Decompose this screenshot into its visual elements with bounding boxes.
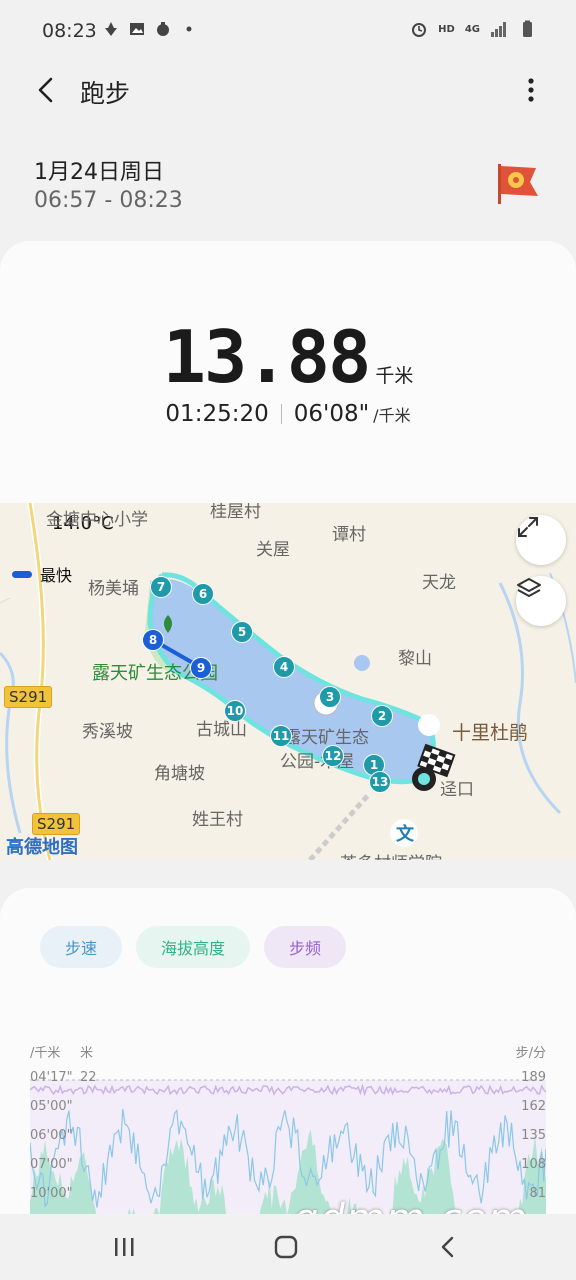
map-label-tancun: 谭村 [332, 525, 366, 545]
km-marker-7[interactable]: 7 [150, 576, 172, 598]
distance-value: 13.88 [162, 315, 372, 399]
legend-fastest: 最快 [12, 562, 72, 586]
map-label-jingkou: 迳口 [440, 780, 474, 800]
back-button[interactable] [28, 72, 64, 108]
cadence-tick-0: 189 [521, 1070, 546, 1085]
workout-date: 1月24日周日 [34, 160, 164, 185]
pace-tick-0: 04'17" [30, 1070, 73, 1085]
altitude-tick-0: 22 [80, 1070, 97, 1085]
home-icon [274, 1235, 298, 1259]
map-label-school: 金塘中心小学 [46, 510, 148, 530]
axis-head-cadence: 步/分 [515, 1046, 546, 1061]
map-provider-logo: 高德地图 [6, 837, 78, 858]
status-time: 08:23 [42, 20, 97, 42]
avg-pace-value: 06'08" [293, 401, 370, 427]
alarm-icon [412, 23, 427, 37]
cadence-tick-4: 81 [529, 1186, 546, 1201]
pace-tick-2: 06'00" [30, 1128, 73, 1143]
more-vertical-icon [528, 78, 534, 102]
map-label-xingwangcun: 姓王村 [192, 810, 243, 830]
km-marker-8[interactable]: 8 [142, 629, 164, 651]
home-button[interactable] [266, 1232, 306, 1262]
map-label-college: 茶多村师学院 [340, 849, 442, 860]
road-badge-s291-bottom: S291 [32, 813, 81, 835]
km-marker-6[interactable]: 6 [192, 583, 214, 605]
cadence-tick-1: 162 [521, 1099, 546, 1114]
map-label-guiwu: 桂屋村 [210, 503, 261, 522]
map-layers-button[interactable] [516, 576, 566, 626]
map-label-park-east-1: 露天矿生态 [284, 728, 369, 748]
hd-icon: HD [438, 23, 455, 35]
charts-card: 步速 海拔高度 步频 /千米 米 步/分 04'17" 05'00" 06'00… [0, 888, 576, 1218]
chip-altitude[interactable]: 海拔高度 [136, 926, 251, 968]
distance-row: 13.88 千米 [0, 315, 576, 399]
expand-map-button[interactable] [516, 515, 566, 565]
km-marker-9[interactable]: 9 [190, 657, 212, 679]
system-back-icon [441, 1236, 454, 1258]
status-bar: 08:23 HD 4G [0, 0, 576, 64]
system-nav-bar [0, 1214, 576, 1280]
back-arrow-icon [38, 77, 53, 103]
km-marker-5[interactable]: 5 [231, 621, 253, 643]
recent-apps-button[interactable] [104, 1232, 144, 1262]
map-label-jiaotangpo: 角塘坡 [154, 764, 205, 784]
expand-icon [518, 517, 538, 537]
signal-icon [491, 22, 506, 37]
system-back-button[interactable] [428, 1232, 468, 1262]
distance-unit: 千米 [375, 365, 414, 387]
axis-head-pace: /千米 [30, 1046, 61, 1061]
chip-pace[interactable]: 步速 [40, 926, 123, 968]
map-label-tianlong: 天龙 [422, 573, 456, 593]
4g-icon: 4G [464, 23, 480, 35]
km-marker-10[interactable]: 10 [224, 700, 246, 722]
km-marker-2[interactable]: 2 [371, 705, 393, 727]
road-badge-s291-top: S291 [4, 686, 53, 708]
status-left-icons [102, 20, 198, 38]
fastest-swatch [12, 570, 32, 578]
stats-row: 01:25:20 06'08" /千米 [0, 401, 576, 427]
chart-chips: 步速 海拔高度 步频 [40, 926, 347, 968]
page-title: 跑步 [80, 79, 131, 108]
legend-fastest-label: 最快 [40, 566, 73, 585]
axis-head-altitude: 米 [80, 1046, 94, 1061]
avg-pace-unit: /千米 [373, 406, 411, 425]
workout-time-range: 06:57 - 08:23 [34, 188, 183, 213]
svg-text:文: 文 [396, 823, 415, 844]
map-label-xiuxipo: 秀溪坡 [82, 722, 133, 742]
pace-tick-1: 05'00" [30, 1099, 73, 1114]
km-marker-3[interactable]: 3 [319, 686, 341, 708]
app-icon [157, 22, 169, 36]
more-options-button[interactable] [516, 72, 546, 108]
map-label-lishan: 黎山 [398, 649, 432, 669]
km-marker-11[interactable]: 11 [270, 725, 292, 747]
battery-icon [523, 20, 532, 37]
pace-tick-3: 07'00" [30, 1157, 73, 1172]
cadence-tick-2: 135 [521, 1128, 546, 1143]
summary-card: 13.88 千米 01:25:20 06'08" /千米 [0, 241, 576, 503]
chip-cadence[interactable]: 步频 [264, 926, 347, 968]
recent-apps-icon [115, 1238, 134, 1256]
map-label-yangmeiyong: 杨美埇 [88, 579, 139, 599]
km-marker-4[interactable]: 4 [273, 656, 295, 678]
map-label-guanwu: 关屋 [256, 540, 290, 560]
stats-divider [280, 404, 282, 424]
notification-icon [105, 22, 117, 36]
duration-value: 01:25:20 [165, 401, 269, 427]
dot-icon [186, 26, 192, 32]
km-marker-13[interactable]: 13 [369, 771, 391, 793]
pace-tick-4: 10'00" [30, 1186, 73, 1201]
route-map[interactable]: 文 14.0°C 最快 金塘中心小学 桂屋村 关屋 谭村 杨美埇 天龙 黎山 露… [0, 503, 576, 860]
gallery-icon [130, 23, 144, 35]
status-right-icons: HD 4G [410, 20, 536, 38]
achievement-flag-icon[interactable] [494, 160, 542, 208]
layers-icon [517, 578, 541, 597]
cadence-tick-3: 108 [521, 1157, 546, 1172]
km-marker-12[interactable]: 12 [322, 745, 344, 767]
map-label-shilidupeng: 十里杜鹃 [452, 722, 529, 744]
app-bar: 跑步 [0, 64, 576, 116]
